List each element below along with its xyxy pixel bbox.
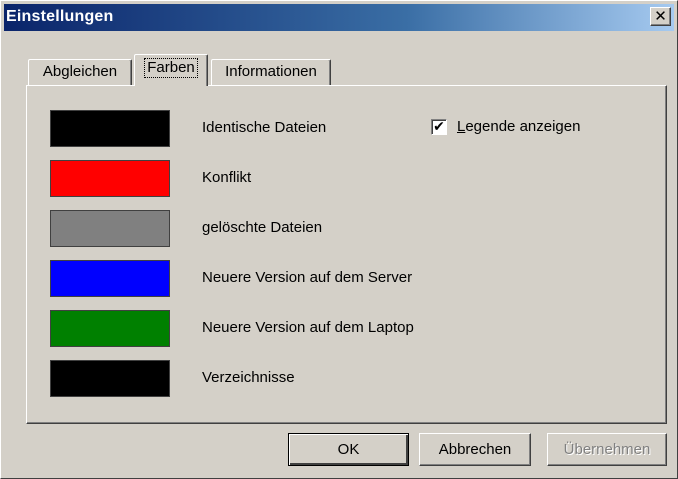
legend-label-rest: egende anzeigen (465, 118, 581, 135)
check-icon: ✔ (433, 118, 445, 135)
legend-checkbox-label[interactable]: Legende anzeigen (457, 118, 580, 135)
tab-abgleichen[interactable]: Abgleichen (28, 59, 132, 87)
title-bar[interactable]: Einstellungen ✕ (4, 4, 674, 31)
window-title: Einstellungen (6, 8, 114, 25)
color-swatch-identical[interactable] (50, 110, 170, 147)
apply-button[interactable]: Übernehmen (547, 433, 667, 466)
tab-informationen-label: Informationen (225, 63, 317, 80)
color-label-laptop: Neuere Version auf dem Laptop (202, 319, 414, 336)
close-icon: ✕ (654, 7, 667, 25)
farben-panel: Identische Dateien Konflikt gelöschte Da… (26, 85, 667, 424)
tab-abgleichen-label: Abgleichen (42, 63, 118, 80)
legend-checkbox-row[interactable]: ✔ Legende anzeigen (431, 118, 580, 135)
cancel-button[interactable]: Abbrechen (419, 433, 531, 466)
color-label-server: Neuere Version auf dem Server (202, 269, 413, 286)
color-swatch-directories[interactable] (50, 360, 170, 397)
tab-informationen[interactable]: Informationen (211, 59, 331, 87)
legend-checkbox[interactable]: ✔ (431, 118, 447, 135)
color-swatch-laptop[interactable] (50, 310, 170, 347)
tab-farben[interactable]: Farben (134, 54, 208, 86)
close-button[interactable]: ✕ (650, 7, 671, 26)
color-label-deleted: gelöschte Dateien (202, 219, 323, 236)
color-swatch-server[interactable] (50, 260, 170, 297)
ok-button[interactable]: OK (288, 433, 409, 466)
settings-dialog: Einstellungen ✕ Abgleichen Farben Inform… (0, 0, 678, 479)
tab-farben-label: Farben (144, 58, 198, 78)
color-swatch-conflict[interactable] (50, 160, 170, 197)
color-label-conflict: Konflikt (202, 169, 252, 186)
color-swatch-deleted[interactable] (50, 210, 170, 247)
color-label-directories: Verzeichnisse (202, 369, 295, 386)
color-label-identical: Identische Dateien (202, 119, 327, 136)
